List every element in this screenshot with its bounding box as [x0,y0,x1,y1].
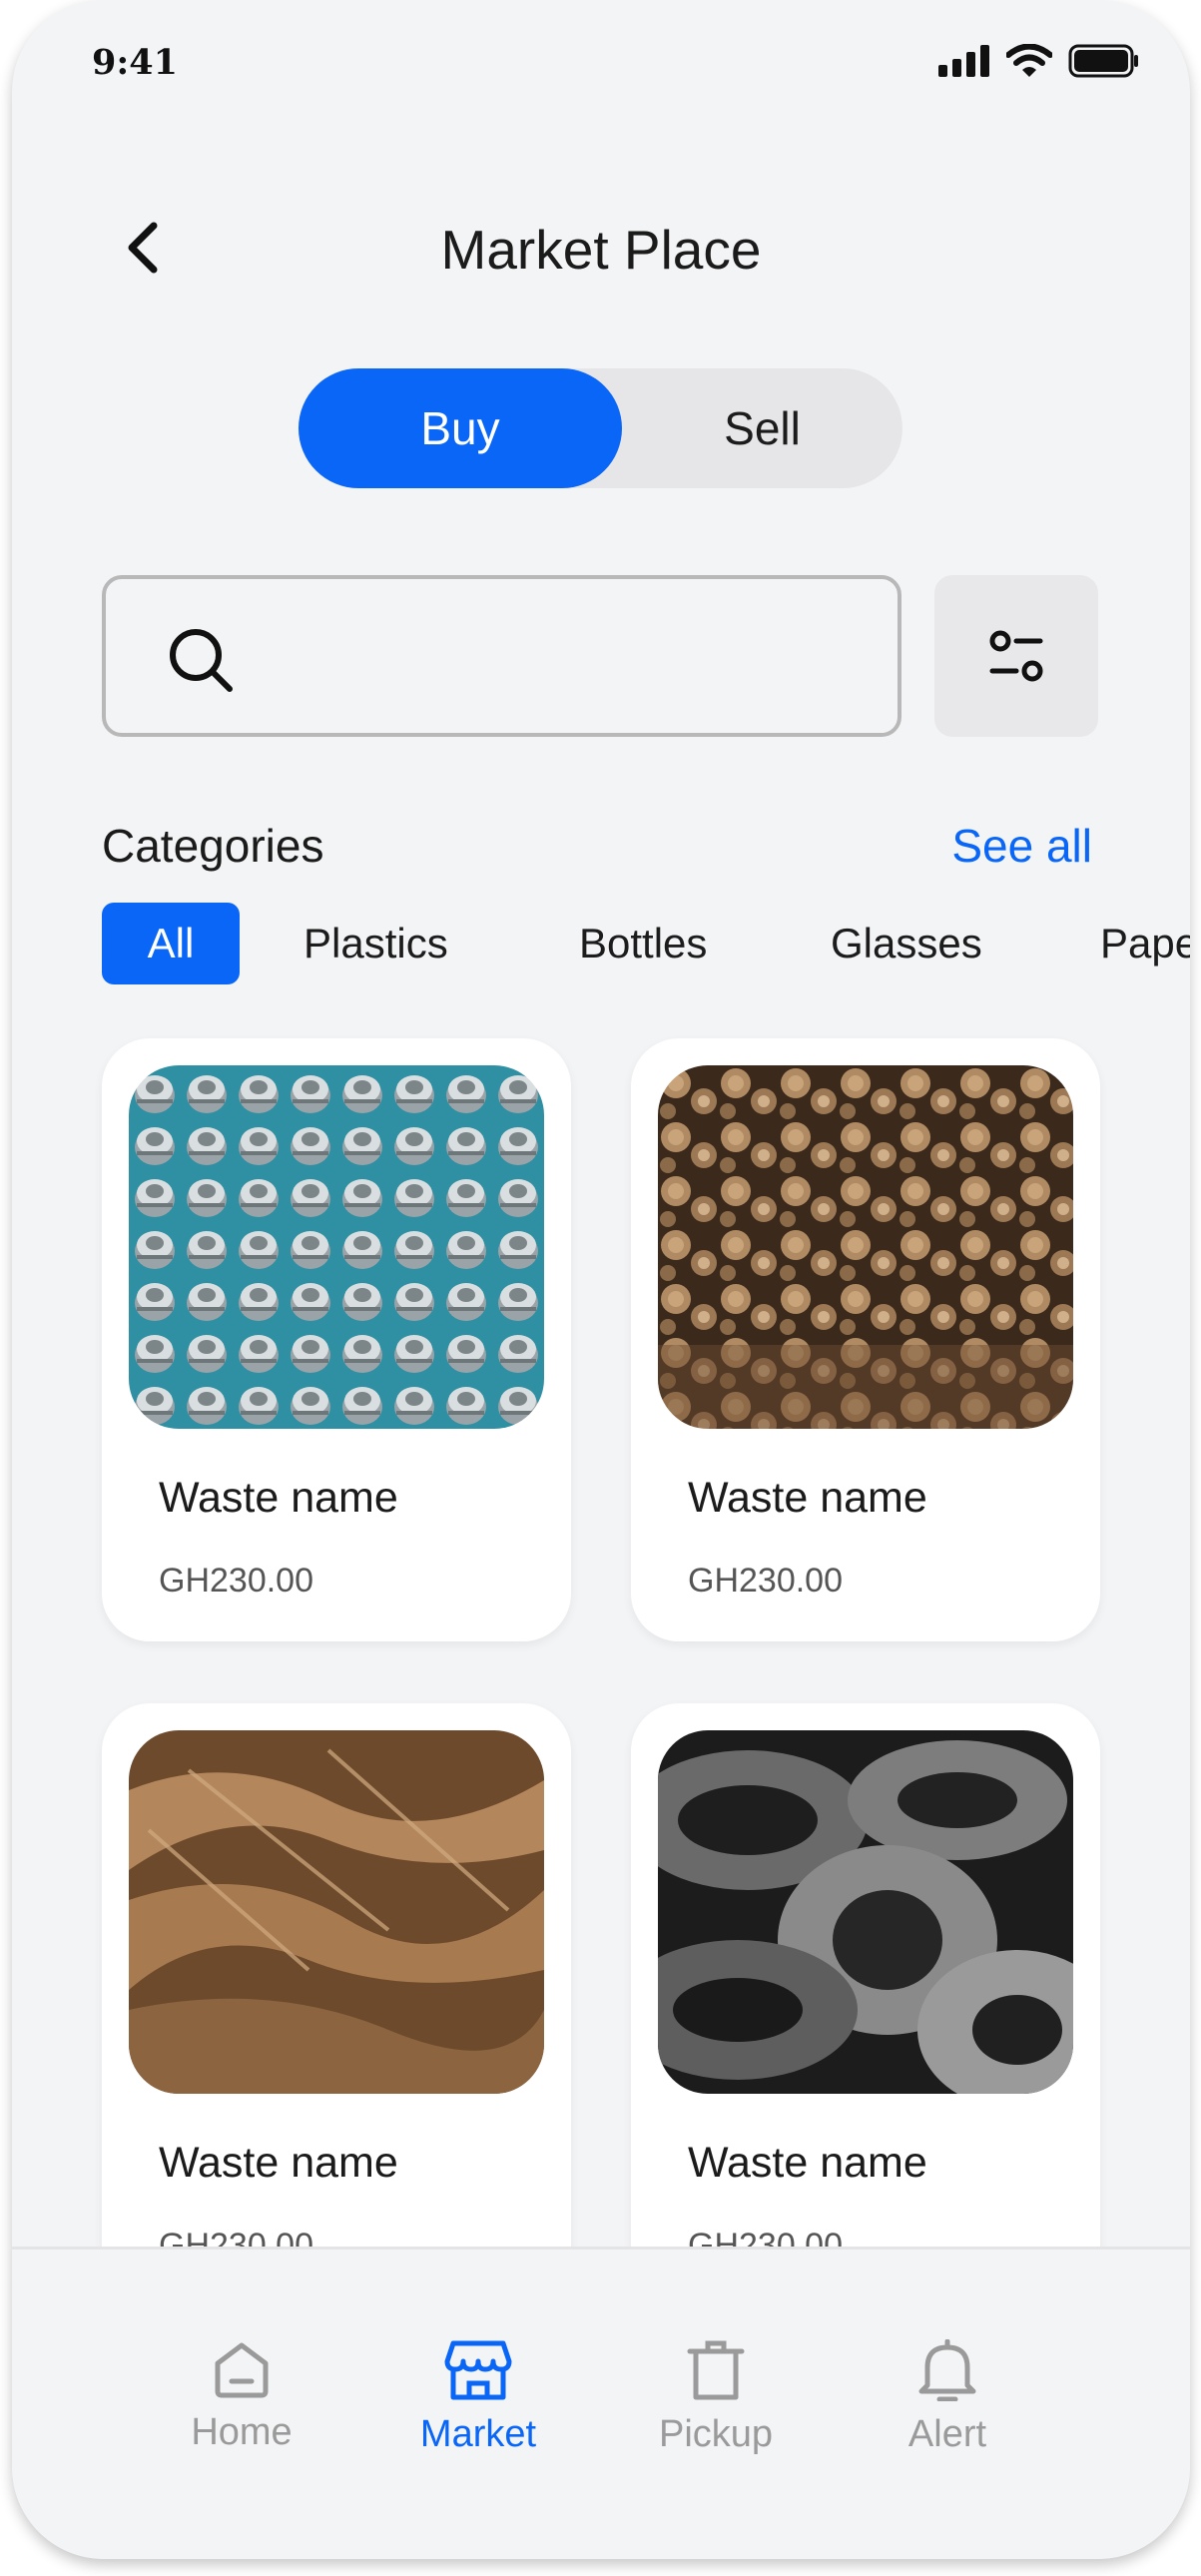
signal-icon [938,45,989,77]
product-card[interactable]: Waste name GH230.00 [631,1038,1100,1641]
chip-paper[interactable]: Paper [1100,903,1190,984]
chip-bottles[interactable]: Bottles [579,903,707,984]
bell-icon [918,2339,976,2401]
chip-plastics[interactable]: Plastics [303,903,448,984]
product-name: Waste name [159,2139,398,2187]
cardboard-scraps-image [129,1730,544,2094]
search-input[interactable] [266,619,869,701]
status-time: 9:41 [92,42,178,83]
nav-home[interactable]: Home [142,2339,341,2454]
wifi-icon [1006,44,1052,77]
search-icon [170,629,233,692]
product-card[interactable]: Waste name GH230.00 [631,1703,1100,2306]
header: Market Place [12,200,1190,300]
see-all-link[interactable]: See all [951,819,1092,873]
search-box[interactable] [102,575,901,737]
sell-tab[interactable]: Sell [622,368,902,488]
filter-button[interactable] [934,575,1098,737]
used-tires-image [658,1730,1073,2094]
store-icon [444,2340,512,2400]
home-icon [215,2342,269,2398]
filter-sliders-icon [989,630,1043,682]
wood-logs-image [658,1065,1073,1429]
categories-heading: Categories [102,820,324,872]
status-icons [938,44,1140,78]
nav-alert-label: Alert [907,2413,987,2455]
nav-market[interactable]: Market [378,2339,578,2456]
product-card[interactable]: Waste name GH230.00 [102,1038,571,1641]
buy-sell-toggle: Buy Sell [299,368,902,488]
product-price: GH230.00 [159,1562,313,1600]
nav-market-label: Market [419,2413,537,2455]
chip-glasses[interactable]: Glasses [831,903,982,984]
nav-pickup-label: Pickup [658,2413,774,2455]
nav-pickup[interactable]: Pickup [616,2339,816,2456]
chip-all[interactable]: All [102,903,240,984]
product-name: Waste name [688,2139,927,2187]
bottom-nav: Home Market Pickup Alert [12,2247,1190,2559]
category-chips: All Plastics Bottles Glasses Paper [102,903,1190,984]
nav-alert[interactable]: Alert [848,2339,1047,2456]
product-card[interactable]: Waste name GH230.00 [102,1703,571,2306]
nav-home-label: Home [191,2411,293,2453]
product-name: Waste name [159,1474,398,1522]
aluminium-cans-image [129,1065,544,1429]
product-price: GH230.00 [688,1562,843,1600]
phone-screen: 9:41 Market Place Buy Sell Categories Se… [12,0,1190,2559]
page-title: Market Place [440,219,762,281]
product-name: Waste name [688,1474,927,1522]
status-bar: 9:41 [12,0,1190,120]
battery-icon [1068,44,1138,78]
trash-icon [687,2340,745,2400]
buy-tab[interactable]: Buy [299,368,622,488]
